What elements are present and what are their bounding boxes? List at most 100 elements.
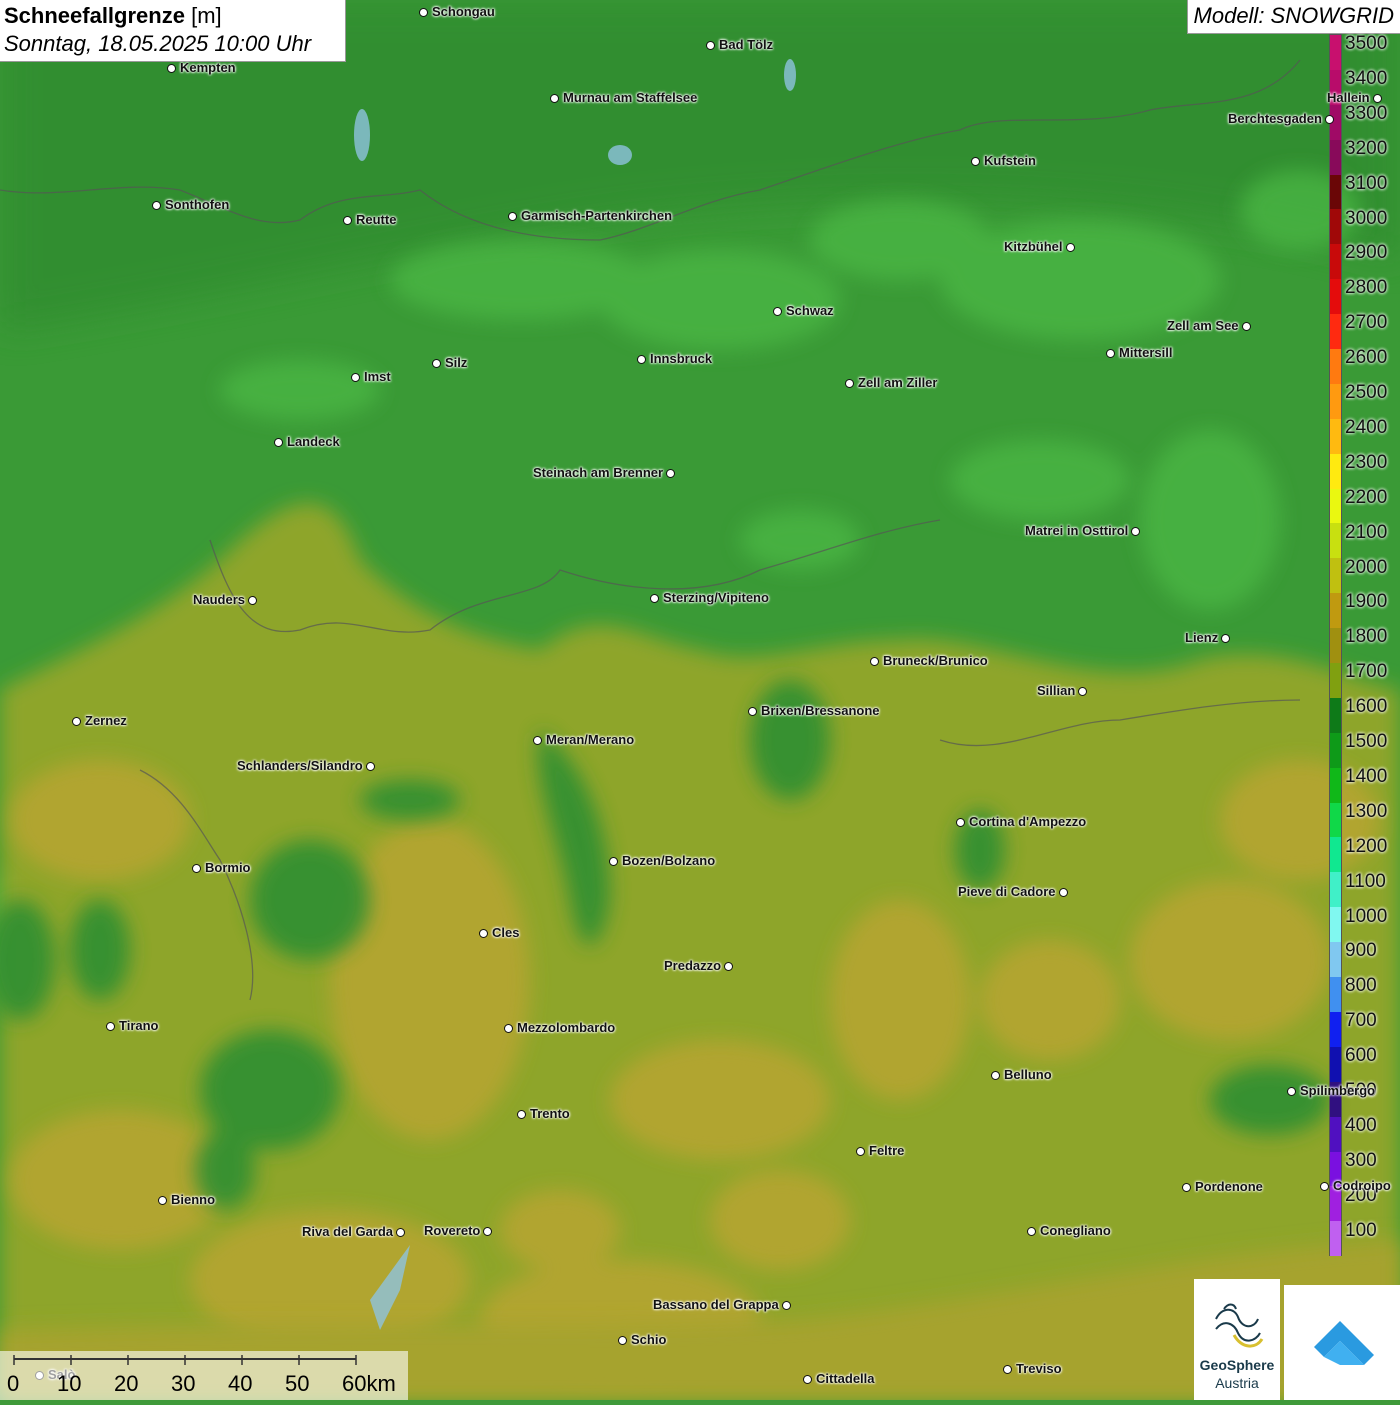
legend-label: 900 [1345,940,1377,962]
legend-label: 1300 [1345,800,1388,822]
legend-swatch [1330,1011,1341,1047]
city-label: Sonthofen [165,197,230,212]
legend-label: 300 [1345,1149,1377,1171]
city-marker [845,379,854,388]
legend-label: 1800 [1345,626,1388,648]
city-label: Kitzbühel [1004,239,1063,254]
city-label: Meran/Merano [546,732,635,747]
city-marker [773,307,782,316]
legend-swatch [1330,697,1341,733]
city-marker [248,596,257,605]
scale-label: 0 [7,1371,20,1396]
legend-swatch [1330,872,1341,908]
city-label: Lienz [1185,630,1219,645]
city-marker [1287,1087,1296,1096]
city-label: Mezzolombardo [517,1020,616,1035]
legend-label: 2700 [1345,312,1388,334]
legend-label: 2200 [1345,486,1388,508]
legend-label: 2600 [1345,347,1388,369]
scale-label: 50 [285,1371,310,1396]
city-marker [609,857,618,866]
city-label: Pieve di Cadore [958,884,1056,899]
city-label: Cortina d'Ampezzo [969,814,1087,829]
city-label: Reutte [356,212,397,227]
legend-swatch [1330,732,1341,768]
city-label: Treviso [1016,1361,1062,1376]
legend-swatch [1330,174,1341,210]
city-label: Kempten [180,60,236,75]
city-marker [991,1071,1000,1080]
scale-label: 20 [114,1371,139,1396]
city-marker [637,355,646,364]
legend-swatch [1330,663,1341,698]
city-marker [152,201,161,210]
city-label: Sillian [1037,683,1076,698]
city-marker [1325,115,1334,124]
city-marker [618,1336,627,1345]
city-label: Steinach am Brenner [533,465,664,480]
legend-label: 1200 [1345,835,1388,857]
city-marker [782,1301,791,1310]
city-marker [803,1375,812,1384]
logo-line2: Austria [1215,1375,1259,1391]
city-label: Trento [530,1106,570,1121]
city-marker [508,212,517,221]
legend-swatch [1330,488,1341,524]
legend-label: 2800 [1345,277,1388,299]
title-box: Schneefallgrenze [m] Sonntag, 18.05.2025… [0,0,346,62]
legend-label: 1000 [1345,905,1388,927]
city-label: Belluno [1004,1067,1052,1082]
legend-swatch [1330,837,1341,873]
city-label: Bormio [205,860,251,875]
city-marker [72,717,81,726]
legend-swatch [1330,418,1341,454]
city-label: Brixen/Bressanone [761,703,880,718]
legend-swatch [1330,977,1341,1012]
city-label: Innsbruck [650,351,713,366]
city-label: Landeck [287,434,340,449]
city-marker [650,594,659,603]
city-label: Riva del Garda [302,1224,394,1239]
legend-label: 1100 [1345,870,1386,892]
geosphere-logo-mark [1215,1303,1264,1348]
city-marker [366,762,375,771]
city-marker [504,1024,513,1033]
city-label: Spilimbergo [1300,1083,1376,1098]
legend-swatch [1330,383,1341,419]
scale-label: 40 [228,1371,253,1396]
city-marker [856,1147,865,1156]
legend-label: 2300 [1345,451,1388,473]
city-label: Bienno [171,1192,216,1207]
model-label: Modell: SNOWGRID [1186,0,1400,34]
city-marker [1373,94,1382,103]
legend-label: 1900 [1345,591,1388,613]
city-marker [666,469,675,478]
city-marker [479,929,488,938]
city-label: Imst [364,369,391,384]
legend-swatch [1330,139,1341,175]
home-icon [1314,1321,1374,1365]
legend-label: 100 [1345,1219,1377,1241]
legend-swatch [1330,1046,1341,1082]
city-marker [167,64,176,73]
city-label: Cittadella [816,1371,875,1386]
city-marker [956,818,965,827]
legend-swatch [1330,802,1341,838]
legend-label: 2500 [1345,382,1388,403]
city-marker [483,1227,492,1236]
legend-swatch [1330,209,1341,245]
scale-label: 60km [342,1371,396,1396]
legend-label: 3300 [1345,102,1388,124]
city-label: Feltre [869,1143,905,1158]
legend-swatch [1330,314,1341,350]
legend-label: 600 [1345,1045,1377,1067]
legend-label: 1400 [1345,765,1388,787]
city-label: Schio [631,1332,667,1347]
city-label: Schlanders/Silandro [237,758,363,773]
city-label: Berchtesgaden [1228,111,1322,126]
map-title: Schneefallgrenze [m] [4,2,341,30]
color-legend: 3500 3400 3300 3200 3100 3000 2900 2800 2700 2600… [1329,34,1400,1257]
legend-label: 800 [1345,975,1377,997]
city-label: Zernez [85,713,127,728]
city-marker [1003,1365,1012,1374]
